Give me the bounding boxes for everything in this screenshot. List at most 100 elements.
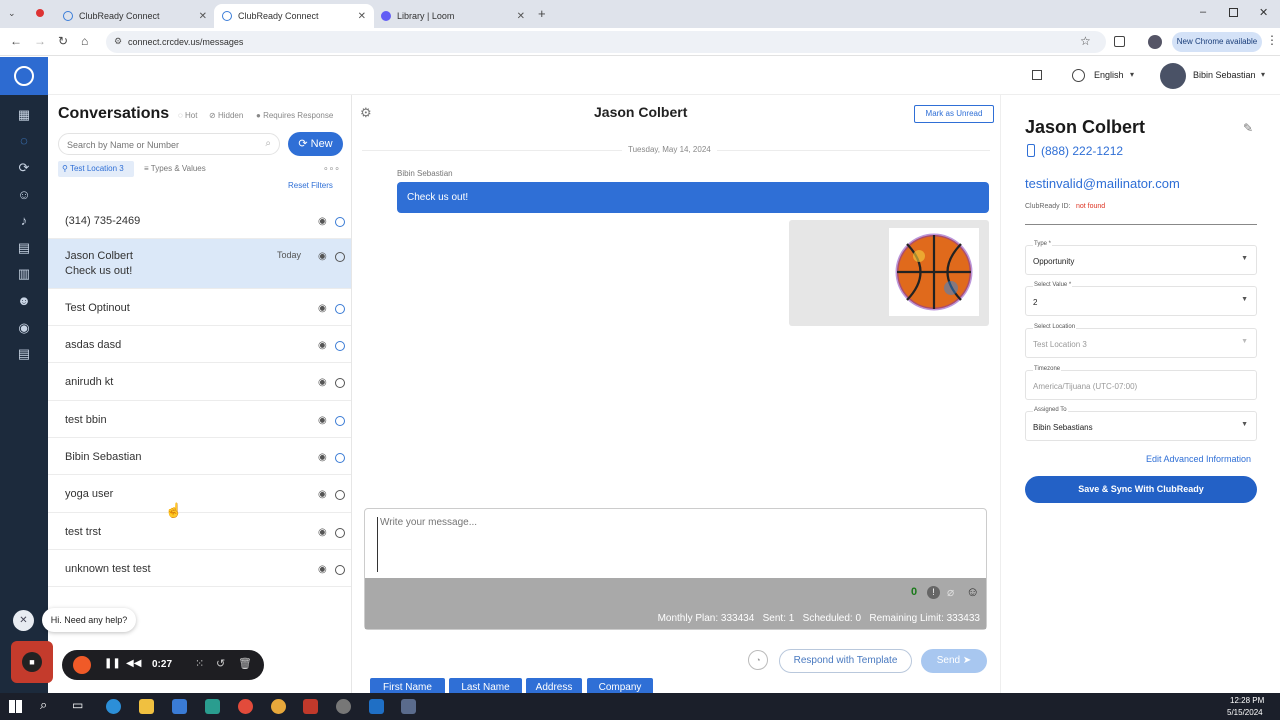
outlook-icon[interactable] <box>369 699 384 714</box>
message-input[interactable] <box>377 517 977 572</box>
edge-icon[interactable] <box>106 699 121 714</box>
hot-flame-icon[interactable] <box>335 528 345 538</box>
new-tab-icon[interactable]: + <box>538 6 546 21</box>
list-item[interactable]: test trst ◉ <box>48 513 351 550</box>
eye-icon[interactable]: ◉ <box>318 489 327 500</box>
browser-tab-3[interactable]: Library | Loom ✕ <box>373 4 533 28</box>
close-tab-icon[interactable]: ✕ <box>199 11 207 22</box>
eye-icon[interactable]: ◉ <box>318 415 327 426</box>
dropdown-caret-icon[interactable]: ▼ <box>1241 255 1248 262</box>
tasks-icon[interactable]: ▥ <box>14 264 34 284</box>
location-filter-chip[interactable]: ⚲ Test Location 3 <box>58 161 134 177</box>
eye-icon[interactable]: ◉ <box>318 303 327 314</box>
emoji-icon[interactable]: ☺ <box>966 584 979 599</box>
language-selector[interactable]: English <box>1094 70 1124 80</box>
field-type[interactable]: Type * Opportunity ▼ <box>1025 241 1257 275</box>
list-item[interactable]: Jason Colbert Check us out! Today ◉ <box>48 239 351 289</box>
tab-list-icon[interactable]: ⌄ <box>8 8 16 19</box>
edit-pencil-icon[interactable]: ✎ <box>1243 121 1253 135</box>
browser-tab-1[interactable]: ClubReady Connect ✕ <box>55 4 215 28</box>
profile-icon[interactable] <box>1148 35 1162 49</box>
basketball-image[interactable] <box>889 228 979 316</box>
avatar[interactable] <box>1160 63 1186 89</box>
pause-icon[interactable]: ❚❚ <box>104 658 121 669</box>
close-tab-icon[interactable]: ✕ <box>517 11 525 22</box>
save-sync-button[interactable]: Save & Sync With ClubReady <box>1025 476 1257 503</box>
browser-tab-2[interactable]: ClubReady Connect ✕ <box>214 4 374 28</box>
app-icon-3[interactable] <box>336 699 351 714</box>
search-icon[interactable]: ⌕ <box>265 138 271 149</box>
minimize-icon[interactable]: – <box>1200 6 1206 18</box>
schedule-clock-icon[interactable]: ◔ <box>748 650 768 670</box>
rewind-icon[interactable]: ◀◀ <box>126 658 141 669</box>
contact-phone[interactable]: (888) 222-1212 <box>1041 144 1123 158</box>
reload-icon[interactable]: ↻ <box>58 34 68 48</box>
field-select-value[interactable]: Select Value * 2 ▼ <box>1025 282 1257 316</box>
taskbar-search-icon[interactable]: ⌕ <box>40 697 47 713</box>
app-icon-2[interactable] <box>303 699 318 714</box>
types-values-filter[interactable]: ≡ Types & Values <box>144 161 206 177</box>
edit-advanced-link[interactable]: Edit Advanced Information <box>1146 454 1251 464</box>
messages-icon[interactable]: ◌ <box>14 131 34 151</box>
hot-flame-icon[interactable] <box>335 453 345 463</box>
task-view-icon[interactable]: ▭ <box>72 698 83 712</box>
address-bar[interactable]: ⚙ connect.crcdev.us/messages <box>106 31 1106 53</box>
reports-icon[interactable]: ▤ <box>14 344 34 364</box>
image-attachment-bubble[interactable] <box>789 220 989 326</box>
help-close-button[interactable]: ✕ <box>13 610 34 631</box>
loom-camera-bubble[interactable]: ■ <box>11 641 53 683</box>
respond-with-template-button[interactable]: Respond with Template <box>779 649 912 673</box>
bookmark-star-icon[interactable]: ☆ <box>1080 34 1091 48</box>
list-item[interactable]: anirudh kt ◉ <box>48 363 351 401</box>
contacts-icon[interactable]: ☺ <box>14 185 34 205</box>
close-window-icon[interactable]: ✕ <box>1259 6 1268 19</box>
eye-icon[interactable]: ◉ <box>318 340 327 351</box>
list-item[interactable]: Test Optinout ◉ <box>48 289 351 326</box>
chrome-icon-1[interactable] <box>238 699 253 714</box>
stop-recording-icon[interactable] <box>73 656 91 674</box>
info-icon[interactable]: ! <box>927 586 940 599</box>
help-bubble[interactable]: Hi. Need any help? <box>42 608 136 632</box>
calculator-icon[interactable] <box>401 699 416 714</box>
mark-as-unread-button[interactable]: Mark as Unread <box>914 105 994 123</box>
dropdown-caret-icon[interactable]: ▼ <box>1241 296 1248 303</box>
sync-icon[interactable]: ⟳ <box>14 158 34 178</box>
record-icon[interactable] <box>36 9 44 17</box>
message-bubble[interactable]: Check us out! <box>397 182 989 213</box>
home-icon[interactable]: ⌂ <box>81 34 88 48</box>
field-assigned-to[interactable]: Assigned To Bibin Sebastians ▼ <box>1025 407 1257 441</box>
reset-filters-link[interactable]: Reset Filters <box>288 181 333 190</box>
globe-icon[interactable] <box>1072 69 1085 82</box>
hot-flame-icon[interactable] <box>335 304 345 314</box>
list-item[interactable]: (314) 735-2469 ◉ <box>48 202 351 239</box>
contact-email[interactable]: testinvalid@mailinator.com <box>1025 176 1180 191</box>
eye-icon[interactable]: ◉ <box>318 527 327 538</box>
chevron-down-icon[interactable]: ▾ <box>1130 70 1134 79</box>
eye-icon[interactable]: ◉ <box>318 564 327 575</box>
extensions-icon[interactable] <box>1114 36 1125 47</box>
eye-icon[interactable]: ◉ <box>318 452 327 463</box>
app-logo-icon[interactable] <box>0 57 48 95</box>
delete-icon[interactable]: 🗑 <box>238 657 252 670</box>
eye-icon[interactable]: ◉ <box>318 251 327 262</box>
grid-icon[interactable]: ⁙ <box>195 657 204 670</box>
new-conversation-button[interactable]: ⟳ New <box>288 132 343 156</box>
new-chrome-available-button[interactable]: New Chrome available <box>1172 32 1262 52</box>
hot-flame-icon[interactable] <box>335 252 345 262</box>
user-name[interactable]: Bibin Sebastian <box>1193 70 1256 80</box>
list-item[interactable]: unknown test test ◉ <box>48 550 351 587</box>
eye-icon[interactable]: ◉ <box>318 377 327 388</box>
settings-gear-icon[interactable]: ⚙ <box>360 105 372 121</box>
notifications-icon[interactable]: ♪ <box>14 211 34 231</box>
hot-flame-icon[interactable] <box>335 217 345 227</box>
calendar-icon[interactable]: ▤ <box>14 238 34 258</box>
restart-icon[interactable]: ↺ <box>216 657 225 670</box>
hot-flame-icon[interactable] <box>335 416 345 426</box>
list-item[interactable]: test bbin ◉ <box>48 401 351 438</box>
hot-flame-icon[interactable] <box>335 565 345 575</box>
close-tab-icon[interactable]: ✕ <box>358 11 366 22</box>
site-info-icon[interactable]: ⚙ <box>114 36 122 47</box>
send-button[interactable]: Send ➤ <box>921 649 987 673</box>
dashboard-icon[interactable]: ▦ <box>14 105 34 125</box>
location-icon[interactable]: ◉ <box>14 318 34 338</box>
